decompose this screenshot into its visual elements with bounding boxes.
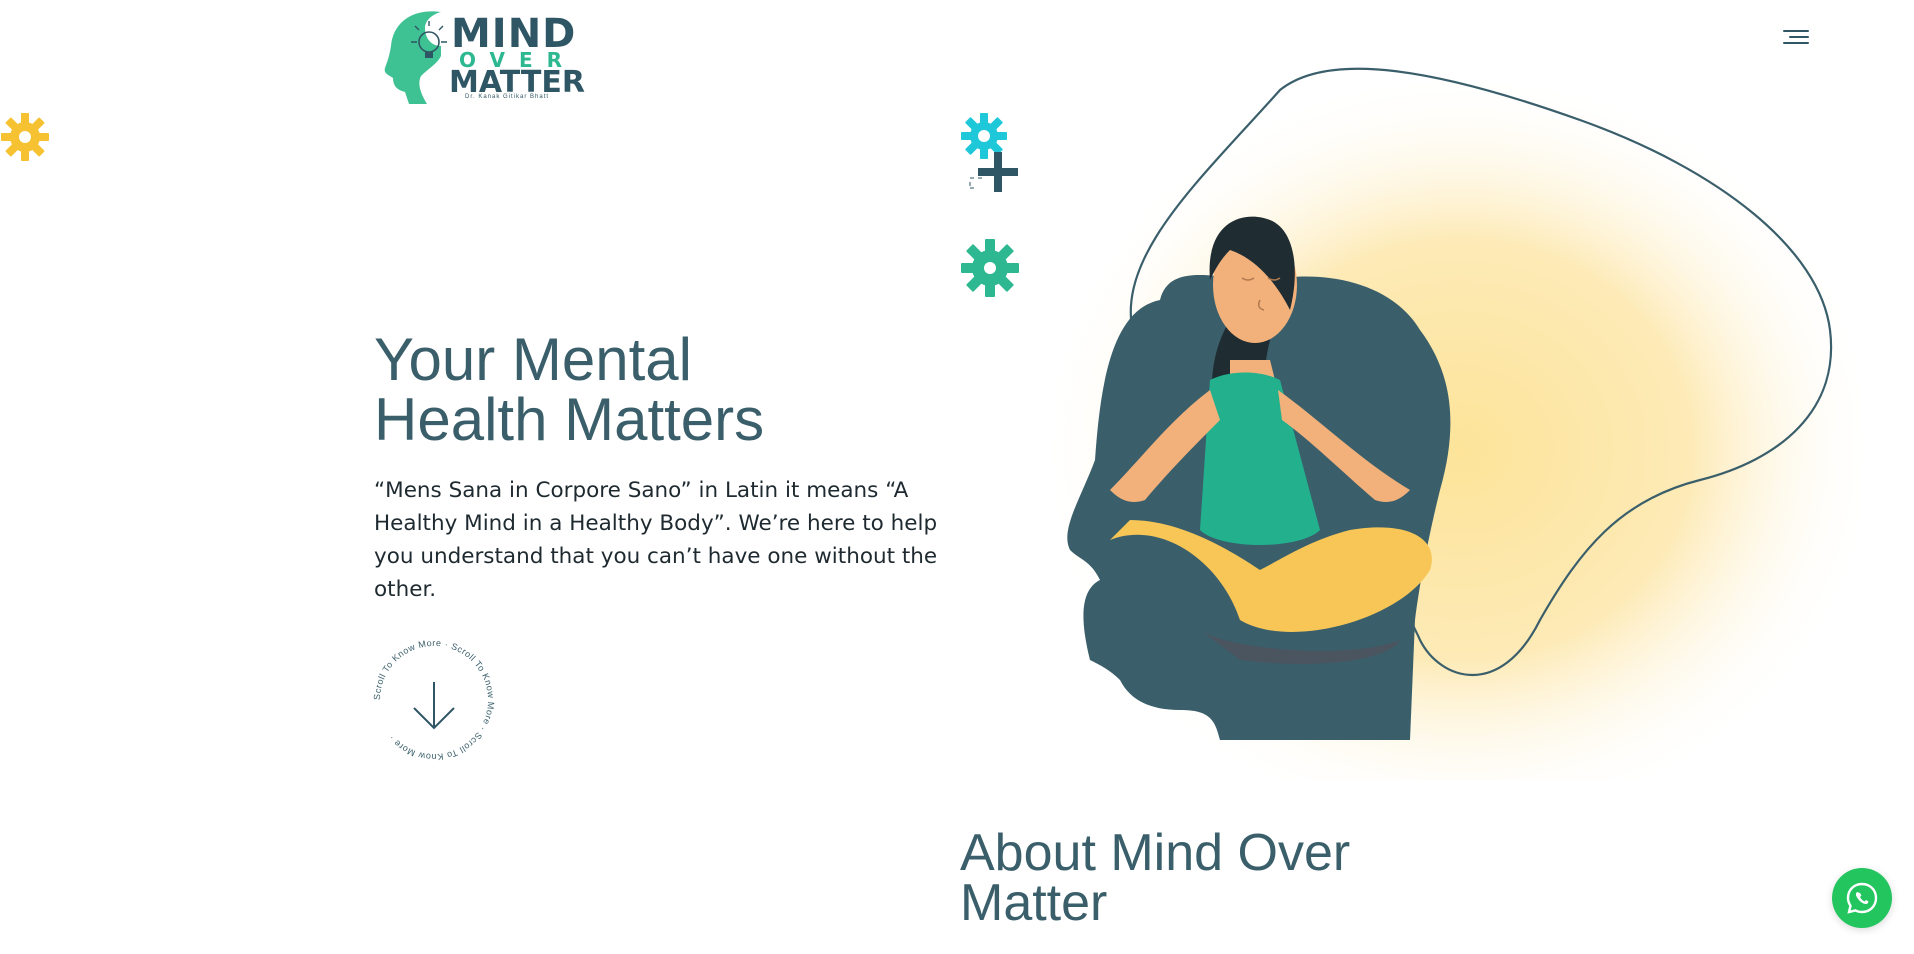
about-title: About Mind Over Matter bbox=[960, 824, 1351, 932]
plus-icon bbox=[969, 152, 1018, 192]
hamburger-menu-icon bbox=[1783, 30, 1809, 32]
about-title-line1: About Mind Over bbox=[960, 824, 1351, 882]
whatsapp-icon bbox=[1846, 882, 1878, 914]
meditating-woman-illustration bbox=[1040, 67, 1860, 780]
hero-description: “Mens Sana in Corpore Sano” in Latin it … bbox=[374, 478, 938, 602]
scroll-to-know-more-button[interactable]: Scroll To Know More · Scroll To Know Mor… bbox=[372, 638, 496, 762]
menu-button[interactable] bbox=[1780, 26, 1812, 48]
hero-title: Your Mental Health Matters bbox=[374, 330, 764, 450]
hero-title-line2: Health Matters bbox=[374, 386, 765, 453]
logo-subtitle: Dr. Kanak Gitikar Bhatt bbox=[465, 94, 550, 100]
about-title-line2: Matter bbox=[960, 874, 1108, 932]
site-logo[interactable]: MIND OVER MATTER Dr. Kanak Gitikar Bhatt bbox=[383, 6, 585, 106]
green-gear-icon bbox=[961, 239, 1019, 297]
arrow-down-icon bbox=[413, 682, 455, 730]
head-silhouette-icon bbox=[384, 11, 447, 105]
yellow-gear-icon bbox=[1, 113, 49, 161]
whatsapp-button[interactable] bbox=[1832, 868, 1892, 928]
hero-title-line1: Your Mental bbox=[374, 326, 692, 393]
